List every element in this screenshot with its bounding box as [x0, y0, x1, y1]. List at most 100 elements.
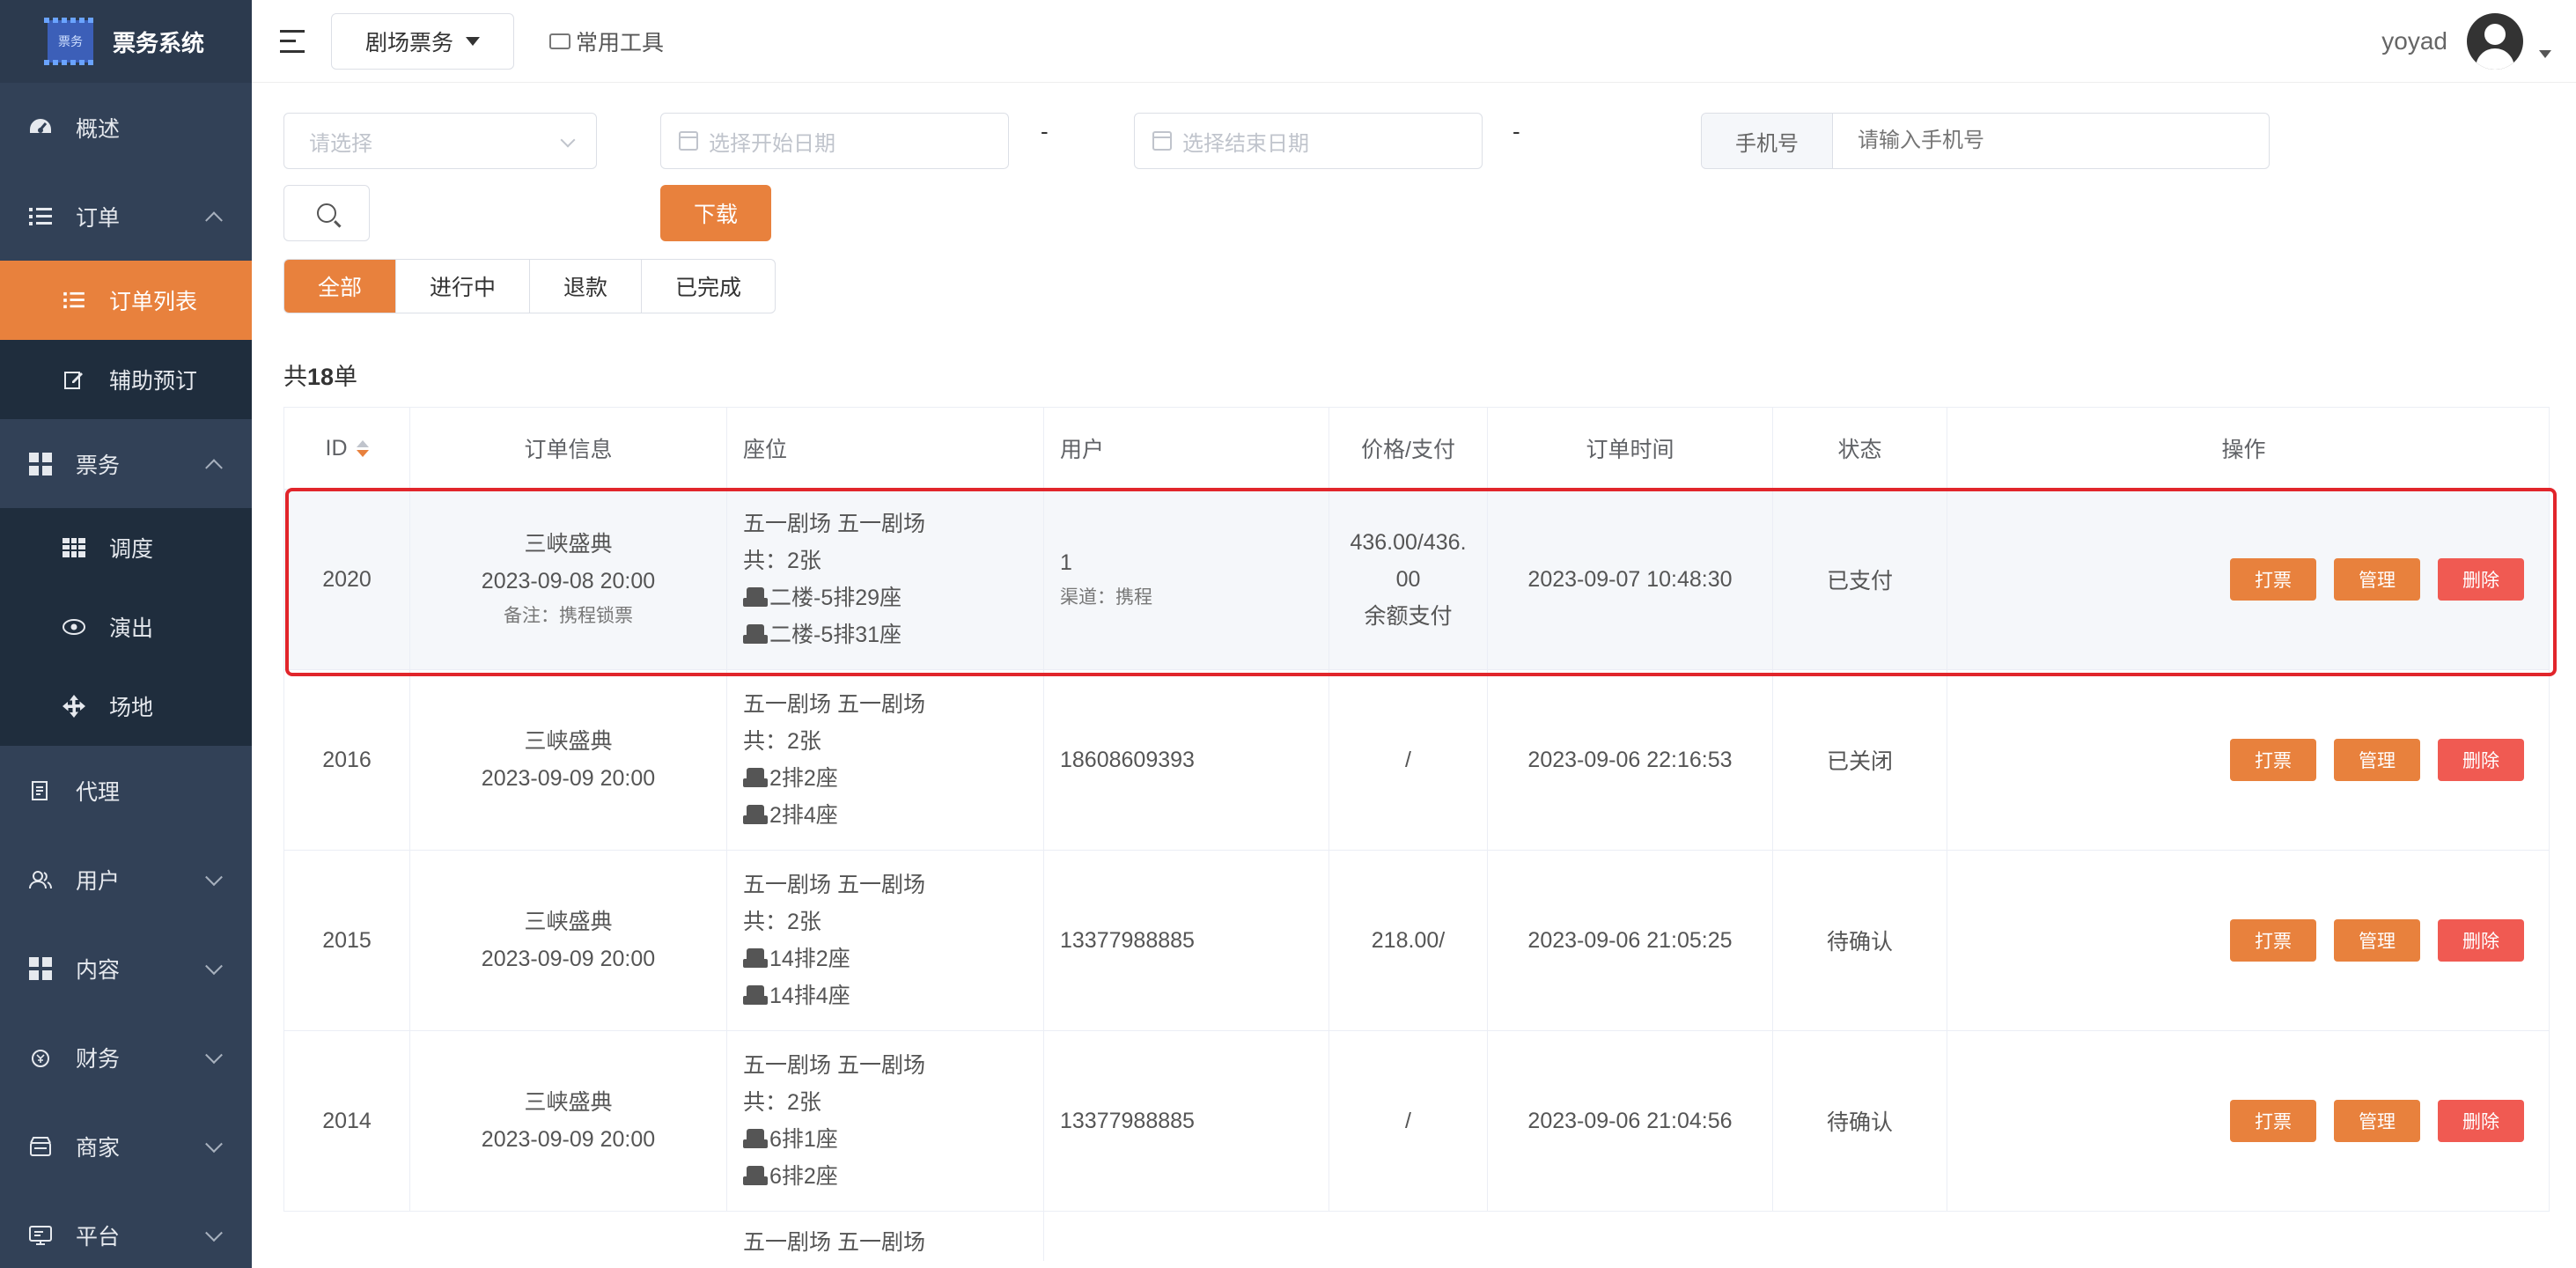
print-ticket-button[interactable]: 打票	[2230, 739, 2316, 781]
tab-all[interactable]: 全部	[284, 260, 397, 313]
sidebar-item-label: 概述	[76, 116, 121, 142]
menu-toggle-icon[interactable]	[280, 29, 305, 53]
sidebar-item-tickets[interactable]: 票务	[0, 419, 252, 508]
table-icon	[60, 534, 88, 562]
header-order-info: 订单信息	[410, 408, 727, 489]
sidebar-item-label: 商家	[76, 1135, 121, 1161]
caret-down-icon	[466, 36, 481, 46]
manage-button[interactable]: 管理	[2334, 739, 2420, 781]
order-time: 2023-09-06 21:04:56	[1488, 1031, 1773, 1211]
seat-info: 五一剧场 五一剧场 共：2张 2排2座 2排4座	[727, 670, 1044, 850]
app-logo[interactable]: 票务 票务系统	[0, 0, 252, 83]
user-value: 1	[1060, 550, 1072, 575]
header-id[interactable]: ID	[283, 408, 410, 489]
seat: 14排4座	[769, 984, 850, 1008]
sidebar-item-label: 订单列表	[109, 290, 198, 314]
phone-input-group: 手机号	[1701, 113, 2270, 169]
order-info: 三峡盛典 2023-09-08 20:00 备注：携程锁票	[410, 490, 727, 669]
seat-info: 五一剧场 五一剧场 共：2张 14排2座 14排4座	[727, 851, 1044, 1030]
search-icon	[317, 203, 336, 223]
manage-button[interactable]: 管理	[2334, 558, 2420, 601]
edit-icon	[60, 365, 88, 394]
phone-input[interactable]	[1858, 129, 2263, 153]
sidebar-item-venues[interactable]: 场地	[0, 667, 252, 746]
table-row[interactable]: 2016 三峡盛典 2023-09-09 20:00 五一剧场 五一剧场 共：2…	[283, 670, 2550, 851]
seat: 2排4座	[769, 803, 838, 828]
dashboard-icon	[26, 114, 55, 142]
header-ops: 操作	[1947, 408, 2550, 489]
ticket-count: 共：2张	[743, 1090, 821, 1115]
sidebar-item-merchants[interactable]: 商家	[0, 1102, 252, 1191]
print-ticket-button[interactable]: 打票	[2230, 558, 2316, 601]
user-value: 13377988885	[1060, 928, 1195, 953]
tab-in-progress[interactable]: 进行中	[396, 260, 531, 313]
sidebar-item-platform[interactable]: 平台	[0, 1191, 252, 1268]
common-tools-link[interactable]: 常用工具	[549, 26, 664, 57]
chevron-up-icon	[205, 210, 223, 229]
order-time: 2023-09-06 22:16:53	[1488, 670, 1773, 850]
chevron-down-icon	[205, 867, 223, 886]
table-row[interactable]: 2020 三峡盛典 2023-09-08 20:00 备注：携程锁票 五一剧场 …	[283, 490, 2550, 670]
download-button[interactable]: 下载	[660, 185, 771, 241]
payment-method: 余额支付	[1364, 604, 1453, 629]
avatar-icon[interactable]	[2467, 13, 2523, 70]
tab-refund[interactable]: 退款	[530, 260, 643, 313]
list-icon	[26, 203, 55, 231]
sort-icon[interactable]	[356, 439, 369, 457]
order-note: 备注：携程锁票	[504, 606, 633, 626]
delete-button[interactable]: 删除	[2438, 558, 2524, 601]
start-date-picker[interactable]: 选择开始日期	[660, 113, 1009, 169]
sidebar-item-agents[interactable]: 代理	[0, 746, 252, 835]
common-tools-label: 常用工具	[576, 30, 665, 55]
sidebar-item-finance[interactable]: 财务	[0, 1013, 252, 1102]
sidebar-item-schedule[interactable]: 调度	[0, 508, 252, 587]
sidebar-item-orders[interactable]: 订单	[0, 172, 252, 261]
search-button[interactable]	[283, 185, 370, 241]
sidebar-item-content[interactable]: 内容	[0, 924, 252, 1013]
sidebar-item-label: 平台	[76, 1224, 121, 1250]
platform-icon	[26, 1221, 55, 1250]
tab-completed[interactable]: 已完成	[642, 260, 775, 313]
venue: 五一剧场 五一剧场	[743, 512, 925, 536]
delete-button[interactable]: 删除	[2438, 739, 2524, 781]
header-price: 价格/支付	[1329, 408, 1488, 489]
download-label: 下载	[693, 203, 738, 227]
seat-icon	[743, 985, 768, 1006]
sidebar-item-shows[interactable]: 演出	[0, 587, 252, 667]
delete-button[interactable]: 删除	[2438, 919, 2524, 962]
start-date-placeholder: 选择开始日期	[709, 131, 835, 156]
sidebar-item-order-list[interactable]: 订单列表	[0, 261, 252, 340]
end-date-picker[interactable]: 选择结束日期	[1134, 113, 1483, 169]
delete-button[interactable]: 删除	[2438, 1100, 2524, 1142]
shop-icon	[26, 1132, 55, 1161]
table-row[interactable]: 2015 三峡盛典 2023-09-09 20:00 五一剧场 五一剧场 共：2…	[283, 851, 2550, 1031]
top-bar: 剧场票务 常用工具 yoyad	[252, 0, 2576, 83]
print-ticket-button[interactable]: 打票	[2230, 1100, 2316, 1142]
table-row[interactable]: 2014 三峡盛典 2023-09-09 20:00 五一剧场 五一剧场 共：2…	[283, 1031, 2550, 1212]
manage-button[interactable]: 管理	[2334, 919, 2420, 962]
status-select[interactable]: 请选择	[283, 113, 597, 169]
order-count: 共18单	[283, 358, 357, 392]
sidebar-item-users[interactable]: 用户	[0, 835, 252, 924]
sidebar-item-label: 用户	[76, 868, 121, 894]
print-ticket-button[interactable]: 打票	[2230, 919, 2316, 962]
table-header: ID 订单信息 座位 用户 价格/支付 订单时间 状态 操作	[283, 407, 2550, 490]
sidebar-item-assisted-booking[interactable]: 辅助预订	[0, 340, 252, 419]
manage-button[interactable]: 管理	[2334, 1100, 2420, 1142]
seat-icon	[743, 587, 768, 608]
briefcase-icon	[549, 33, 571, 49]
price-info: 436.00/436. 00 余额支付	[1329, 490, 1488, 669]
caret-down-icon[interactable]	[2539, 49, 2551, 58]
sidebar-item-label: 财务	[76, 1046, 121, 1072]
table-row[interactable]: 五一剧场 五一剧场	[283, 1212, 2550, 1268]
seat: 6排1座	[769, 1127, 838, 1152]
eye-icon	[60, 613, 88, 641]
chevron-down-icon	[560, 132, 576, 148]
module-dropdown[interactable]: 剧场票务	[331, 12, 515, 70]
user-menu[interactable]: yoyad	[2381, 0, 2551, 83]
user-info: 13377988885	[1044, 851, 1329, 1030]
module-dropdown-label: 剧场票务	[365, 30, 454, 55]
sidebar-item-overview[interactable]: 概述	[0, 83, 252, 172]
order-status: 待确认	[1773, 1031, 1947, 1211]
header-time: 订单时间	[1488, 408, 1773, 489]
